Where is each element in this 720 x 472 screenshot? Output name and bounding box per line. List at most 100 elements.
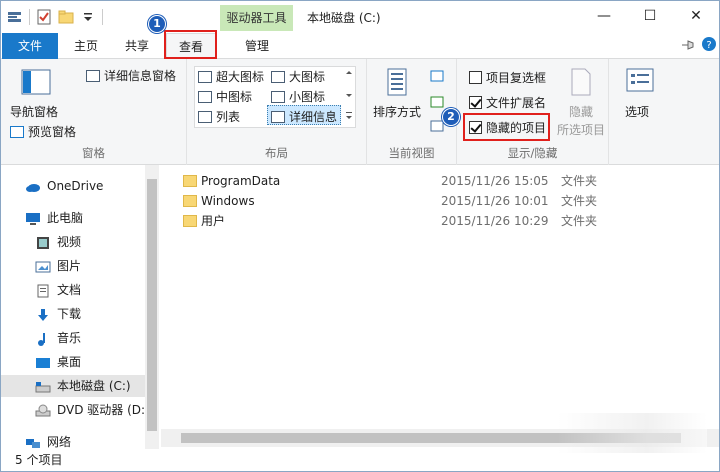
file-date: 2015/11/26 10:01: [441, 194, 549, 208]
layout-option-label: 列表: [216, 110, 241, 124]
file-extensions-toggle[interactable]: 文件扩展名: [469, 94, 546, 111]
item-checkboxes-checkbox[interactable]: [469, 71, 482, 84]
file-date: 2015/11/26 15:05: [441, 174, 549, 188]
list-icon: [198, 110, 212, 123]
customize-toolbar-icon[interactable]: [80, 9, 96, 25]
layout-gallery-scroll[interactable]: [344, 68, 354, 126]
file-row[interactable]: Windows 2015/11/26 10:01 文件夹: [161, 191, 719, 212]
computer-icon: [25, 211, 41, 225]
cloud-icon: [25, 179, 41, 193]
nav-item-videos[interactable]: 视频: [1, 231, 81, 253]
watermark: [557, 413, 707, 453]
download-icon: [35, 307, 51, 321]
group-show-hide: 项目复选框 文件扩展名 隐藏的项目 隐藏 所选项目 显示/隐藏: [457, 59, 609, 165]
network-icon: [25, 435, 41, 449]
options-icon[interactable]: [625, 67, 655, 98]
nav-item-label: 本地磁盘 (C:): [57, 379, 131, 393]
ribbon: 导航窗格 预览窗格 详细信息窗格 窗格 布局 超大图标 大图标 中图标 小图标 …: [1, 59, 719, 165]
window-title: 本地磁盘 (C:): [307, 11, 381, 25]
nav-pane-scrollbar[interactable]: [145, 165, 159, 449]
nav-item-local-disk[interactable]: 本地磁盘 (C:): [1, 375, 145, 397]
file-extensions-checkbox[interactable]: [469, 96, 482, 109]
nav-item-onedrive[interactable]: OneDrive: [1, 175, 103, 197]
tab-file[interactable]: 文件: [2, 33, 58, 59]
music-icon: [35, 331, 51, 346]
preview-pane-button[interactable]: 预览窗格: [10, 123, 76, 140]
nav-item-label: 视频: [57, 235, 82, 249]
nav-item-label: DVD 驱动器 (D:: [57, 403, 146, 417]
dvd-icon: [35, 403, 51, 417]
group-current-view-label: 当前视图: [388, 146, 435, 160]
help-icon[interactable]: ?: [701, 36, 717, 55]
layout-extra-large-icons[interactable]: 超大图标: [198, 68, 264, 85]
drive-tools-context-tab: 驱动器工具: [220, 5, 293, 31]
drive-icon: [35, 379, 51, 393]
new-folder-icon[interactable]: [58, 9, 74, 25]
file-name: Windows: [201, 194, 255, 208]
annotation-box-view-tab: [164, 30, 217, 59]
nav-item-label: 下载: [57, 307, 82, 321]
desktop-icon: [35, 355, 51, 369]
maximize-button[interactable]: ☐: [627, 3, 673, 29]
svg-text:?: ?: [706, 40, 711, 51]
small-icons-icon: [271, 90, 285, 103]
pin-icon[interactable]: [681, 39, 695, 54]
item-checkboxes-toggle[interactable]: 项目复选框: [469, 69, 546, 86]
file-extensions-label: 文件扩展名: [486, 96, 547, 110]
nav-item-documents[interactable]: 文档: [1, 279, 81, 301]
hide-selected-icon[interactable]: [569, 67, 593, 100]
nav-item-label: 此电脑: [47, 211, 84, 225]
options-button[interactable]: 选项: [625, 103, 649, 120]
details-pane-button[interactable]: 详细信息窗格: [86, 67, 176, 84]
layout-large-icons[interactable]: 大图标: [271, 68, 325, 85]
file-row[interactable]: ProgramData 2015/11/26 15:05 文件夹: [161, 171, 719, 192]
group-pane: 导航窗格 预览窗格 详细信息窗格 窗格: [1, 59, 187, 165]
file-type: 文件夹: [561, 194, 598, 208]
minimize-button[interactable]: —: [581, 3, 627, 29]
nav-item-desktop[interactable]: 桌面: [1, 351, 81, 373]
nav-item-this-pc[interactable]: 此电脑: [1, 207, 83, 229]
layout-list[interactable]: 列表: [198, 108, 240, 125]
item-checkboxes-label: 项目复选框: [486, 71, 547, 85]
sort-by-icon[interactable]: [384, 67, 412, 100]
layout-medium-icons[interactable]: 中图标: [198, 88, 252, 105]
large-icons-icon: [271, 70, 285, 83]
explorer-app-icon[interactable]: [7, 9, 23, 25]
group-pane-label: 窗格: [82, 146, 105, 160]
file-list: ProgramData 2015/11/26 15:05 文件夹 Windows…: [161, 165, 719, 425]
navigation-pane-button[interactable]: 导航窗格: [10, 103, 58, 120]
preview-pane-icon: [10, 125, 24, 138]
nav-item-music[interactable]: 音乐: [1, 327, 81, 349]
nav-item-pictures[interactable]: 图片: [1, 255, 81, 277]
layout-option-label: 大图标: [289, 70, 326, 84]
hide-selected-label[interactable]: 隐藏: [569, 103, 593, 120]
details-pane-icon: [86, 69, 100, 82]
nav-pane-scrollbar-thumb[interactable]: [147, 179, 157, 431]
preview-pane-label: 预览窗格: [28, 125, 77, 139]
hide-selected-label-2: 所选项目: [557, 123, 606, 137]
layout-small-icons[interactable]: 小图标: [271, 88, 325, 105]
properties-icon[interactable]: [36, 9, 52, 25]
nav-item-downloads[interactable]: 下载: [1, 303, 81, 325]
quick-access-toolbar: [7, 9, 103, 25]
folder-icon: [183, 175, 197, 187]
nav-item-label: 音乐: [57, 331, 82, 345]
file-type: 文件夹: [561, 174, 598, 188]
layout-option-label: 小图标: [289, 90, 326, 104]
folder-icon: [183, 215, 197, 227]
navigation-pane-icon[interactable]: [21, 69, 51, 98]
nav-item-label: OneDrive: [47, 179, 104, 193]
tab-share[interactable]: 共享: [113, 33, 161, 59]
file-date: 2015/11/26 10:29: [441, 214, 549, 228]
medium-icons-icon: [198, 90, 212, 103]
file-row[interactable]: 用户 2015/11/26 10:29 文件夹: [161, 211, 719, 232]
nav-item-dvd-drive[interactable]: DVD 驱动器 (D:: [1, 399, 145, 421]
group-by-icon[interactable]: [429, 69, 451, 142]
sort-by-button[interactable]: 排序方式: [373, 103, 421, 120]
step-badge-2: 2: [442, 108, 460, 126]
tab-home[interactable]: 主页: [63, 33, 109, 59]
close-button[interactable]: ✕: [673, 3, 719, 29]
file-name: ProgramData: [201, 174, 281, 188]
tab-manage[interactable]: 管理: [227, 33, 287, 59]
layout-details[interactable]: 详细信息: [271, 108, 337, 125]
